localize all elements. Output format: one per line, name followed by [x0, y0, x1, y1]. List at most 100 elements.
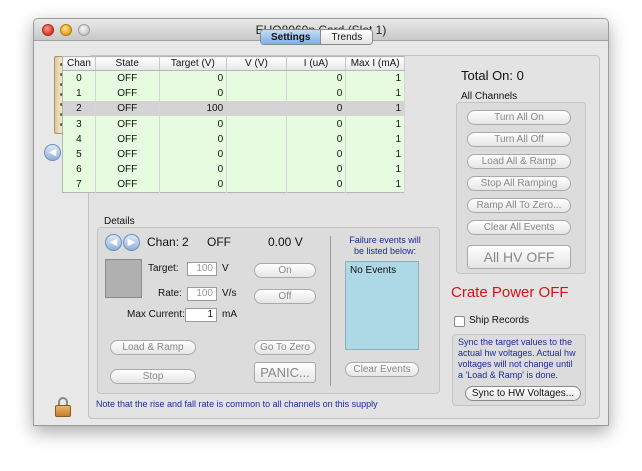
- previous-card-button[interactable]: ◀: [44, 144, 61, 161]
- arrow-left-icon: ◀: [109, 237, 118, 248]
- table-cell: 0: [159, 116, 228, 132]
- stop-all-ramping-button[interactable]: Stop All Ramping: [467, 176, 571, 191]
- table-row[interactable]: 5 OFF 0 0 1: [62, 146, 405, 163]
- table-cell: 6: [62, 162, 96, 178]
- table-cell: 0: [159, 162, 228, 178]
- turn-all-on-button[interactable]: Turn All On: [467, 110, 571, 125]
- table-cell: 1: [345, 116, 405, 132]
- table-cell: [226, 131, 287, 147]
- chan-value: 2: [182, 235, 189, 249]
- sync-note: Sync the target values to the actual hw …: [458, 337, 576, 380]
- panic-button[interactable]: PANIC...: [254, 362, 316, 383]
- table-row[interactable]: 0 OFF 0 0 1: [62, 70, 405, 86]
- table-row[interactable]: 1 OFF 0 0 1: [62, 85, 405, 102]
- load-ramp-button[interactable]: Load & Ramp: [110, 340, 196, 355]
- table-cell: [226, 177, 287, 193]
- table-cell: 0: [159, 70, 228, 86]
- details-label: Details: [104, 216, 135, 227]
- tab-trends[interactable]: Trends: [321, 30, 373, 44]
- all-hv-off-button[interactable]: All HV OFF: [467, 245, 571, 269]
- table-row[interactable]: 6 OFF 0 0 1: [62, 162, 405, 178]
- table-cell: 0: [286, 70, 347, 86]
- load-all-ramp-button[interactable]: Load All & Ramp: [467, 154, 571, 169]
- table-cell: 0: [286, 146, 347, 163]
- table-cell: [226, 70, 287, 86]
- previous-channel-button[interactable]: ◀: [105, 234, 122, 251]
- table-cell: 0: [159, 131, 228, 147]
- sync-to-hw-voltages-button[interactable]: Sync to HW Voltages...: [465, 386, 581, 401]
- table-row[interactable]: 3 OFF 0 0 1: [62, 116, 405, 132]
- table-cell: 1: [345, 146, 405, 163]
- column-header[interactable]: Chan: [62, 56, 96, 71]
- table-cell: 1: [345, 131, 405, 147]
- table-cell: 0: [286, 116, 347, 132]
- arrow-right-icon: ▶: [127, 237, 136, 248]
- column-header[interactable]: I (uA): [286, 56, 347, 71]
- channel-status-indicator: [105, 259, 142, 298]
- column-header[interactable]: Target (V): [159, 56, 228, 71]
- arrow-left-icon: ◀: [48, 147, 57, 158]
- rate-label: Rate:: [158, 288, 182, 299]
- target-field[interactable]: 100: [187, 262, 217, 276]
- footer-note: Note that the rise and fall rate is comm…: [96, 399, 378, 409]
- ramp-all-to-zero-button[interactable]: Ramp All To Zero...: [467, 198, 571, 213]
- failure-events-list[interactable]: No Events: [345, 261, 419, 350]
- table-cell: 0: [286, 101, 347, 117]
- table-cell: 0: [286, 177, 347, 193]
- table-cell: 1: [345, 85, 405, 102]
- off-button[interactable]: Off: [254, 289, 316, 304]
- table-cell: 5: [62, 146, 96, 163]
- table-cell: 0: [159, 146, 228, 163]
- tab-settings[interactable]: Settings: [261, 30, 322, 44]
- clear-all-events-button[interactable]: Clear All Events: [467, 220, 571, 235]
- on-button[interactable]: On: [254, 263, 316, 278]
- all-channels-label: All Channels: [461, 91, 518, 102]
- table-cell: 1: [345, 101, 405, 117]
- rate-field[interactable]: 100: [187, 287, 217, 301]
- table-cell: OFF: [95, 85, 160, 102]
- table-cell: 4: [62, 131, 96, 147]
- table-cell: OFF: [95, 146, 160, 163]
- go-to-zero-button[interactable]: Go To Zero: [254, 340, 316, 355]
- turn-all-off-button[interactable]: Turn All Off: [467, 132, 571, 147]
- table-cell: 0: [286, 131, 347, 147]
- ship-records-checkbox[interactable]: [454, 316, 465, 327]
- chan-state: OFF: [207, 235, 231, 249]
- lock-icon[interactable]: [55, 397, 71, 417]
- table-row[interactable]: 4 OFF 0 0 1: [62, 131, 405, 147]
- table-cell: OFF: [95, 131, 160, 147]
- target-label: Target:: [148, 263, 179, 274]
- table-cell: OFF: [95, 101, 160, 117]
- view-tabs: Settings Trends: [260, 29, 374, 45]
- max-current-field[interactable]: 1: [185, 308, 217, 322]
- table-cell: OFF: [95, 70, 160, 86]
- next-channel-button[interactable]: ▶: [123, 234, 140, 251]
- chan-voltage: 0.00 V: [268, 235, 303, 249]
- target-unit: V: [222, 263, 229, 274]
- table-row[interactable]: 2 OFF 100 0 1: [62, 101, 405, 117]
- table-cell: 100: [159, 101, 228, 117]
- table-cell: 1: [345, 162, 405, 178]
- total-on-label: Total On: 0: [461, 68, 524, 83]
- table-cell: OFF: [95, 116, 160, 132]
- stop-button[interactable]: Stop: [110, 369, 196, 384]
- table-cell: 0: [62, 70, 96, 86]
- table-cell: 0: [159, 177, 228, 193]
- table-cell: 2: [62, 101, 96, 117]
- column-header[interactable]: Max I (mA): [345, 56, 405, 71]
- table-row[interactable]: 7 OFF 0 0 1: [62, 177, 405, 193]
- table-cell: [226, 146, 287, 163]
- table-cell: [226, 101, 287, 117]
- table-cell: 1: [345, 70, 405, 86]
- column-header[interactable]: State: [95, 56, 160, 71]
- channel-table: Chan State Target (V) V (V) I (uA) Max I (mA)…: [62, 56, 405, 194]
- clear-events-button[interactable]: Clear Events: [345, 362, 419, 377]
- table-cell: 1: [345, 177, 405, 193]
- max-current-unit: mA: [222, 309, 237, 320]
- max-current-label: Max Current:: [127, 309, 185, 320]
- table-cell: OFF: [95, 162, 160, 178]
- table-cell: 7: [62, 177, 96, 193]
- column-header[interactable]: V (V): [226, 56, 287, 71]
- table-cell: 1: [62, 85, 96, 102]
- ship-records-label: Ship Records: [469, 315, 530, 326]
